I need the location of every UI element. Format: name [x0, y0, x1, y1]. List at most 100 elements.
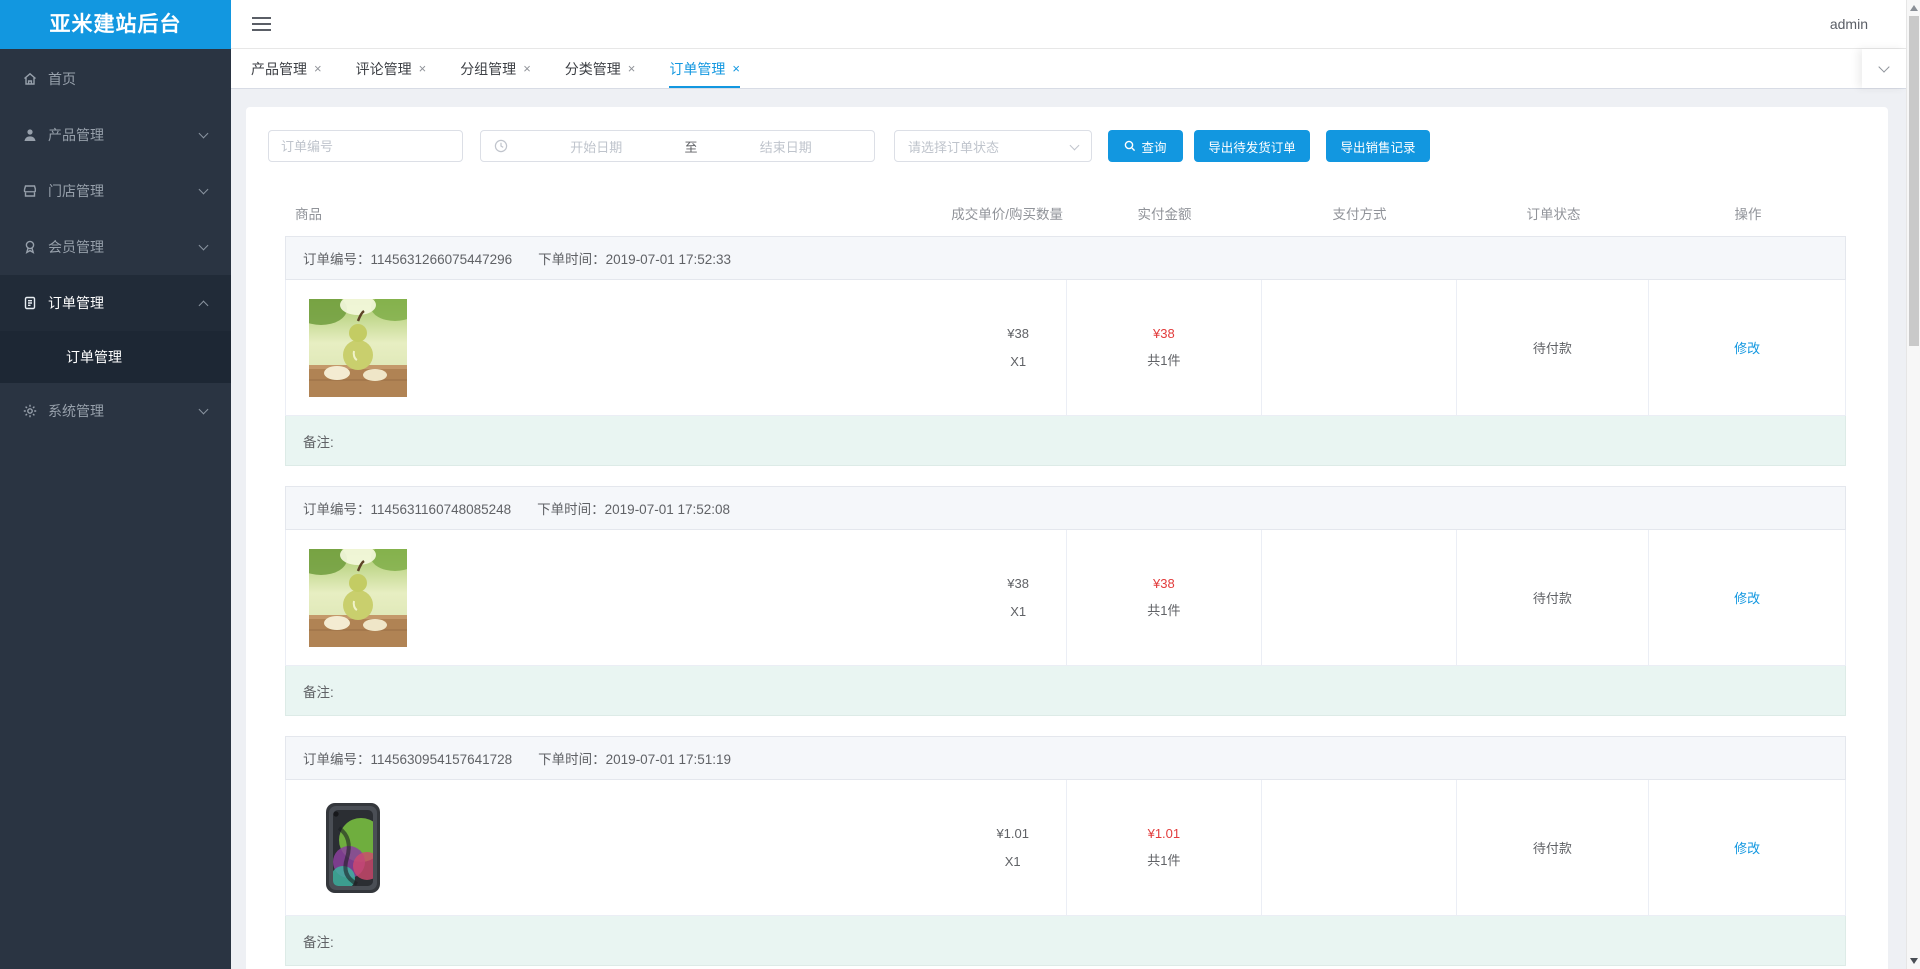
close-icon[interactable]: × [732, 61, 740, 76]
sidebar-item-orders[interactable]: 订单管理 [0, 275, 231, 331]
order-remark-row: 备注: [285, 666, 1846, 716]
order-time: 下单时间：2019-07-01 17:51:19 [538, 752, 732, 767]
scroll-down-arrow-icon[interactable] [1910, 958, 1918, 964]
tab-orders[interactable]: 订单管理 × [669, 49, 740, 88]
tab-comments[interactable]: 评论管理 × [356, 49, 427, 88]
order-time: 下单时间：2019-07-01 17:52:08 [537, 502, 731, 517]
tab-groups[interactable]: 分组管理 × [460, 49, 531, 88]
edit-order-link[interactable]: 修改 [1734, 838, 1760, 857]
sidebar-item-label: 会员管理 [48, 239, 104, 255]
action-cell: 修改 [1649, 280, 1845, 415]
sidebar-subitem-orders[interactable]: 订单管理 [0, 331, 231, 383]
payment-method-cell [1262, 530, 1457, 665]
sidebar-item-system[interactable]: 系统管理 [0, 383, 231, 439]
user-menu[interactable]: admin [1830, 0, 1868, 49]
sidebar-item-stores[interactable]: 门店管理 [0, 163, 231, 219]
order-number-input[interactable] [268, 130, 463, 162]
unit-price-quantity: ¥1.01 X1 [996, 826, 1029, 869]
payment-method-cell [1262, 280, 1457, 415]
order-status-cell: 待付款 [1457, 530, 1650, 665]
order-header-row: 订单编号：1145631160748085248 下单时间：2019-07-01… [285, 486, 1846, 530]
sidebar-item-label: 门店管理 [48, 183, 104, 199]
orders-table: 商品 成交单价/购买数量 实付金额 支付方式 订单状态 操作 订单编号：1145… [285, 190, 1846, 966]
order-status-select[interactable]: 请选择订单状态 [894, 130, 1092, 162]
order-product-row: ¥38 X1 ¥38 共1件 待付款 修改 [285, 280, 1846, 416]
order-block: 订单编号：1145631266075447296 下单时间：2019-07-01… [285, 236, 1846, 466]
hamburger-menu-icon[interactable] [252, 17, 271, 32]
chevron-up-icon [198, 300, 209, 311]
status-badge: 待付款 [1532, 591, 1572, 606]
close-icon[interactable]: × [523, 61, 531, 76]
unit-price-quantity: ¥38 X1 [1007, 576, 1029, 619]
tab-categories[interactable]: 分类管理 × [565, 49, 636, 88]
date-range-input[interactable]: 开始日期 至 结束日期 [480, 130, 875, 162]
sidebar: 亚米建站后台 首页 产品管理 门店管理 会员管理 订单管理 订单管理 系统管理 [0, 0, 231, 969]
close-icon[interactable]: × [419, 61, 427, 76]
chevron-down-icon [198, 184, 209, 195]
chevron-down-icon [198, 128, 209, 139]
product-image-pear [309, 548, 407, 647]
app-logo: 亚米建站后台 [0, 0, 231, 49]
order-header-row: 订单编号：1145630954157641728 下单时间：2019-07-01… [285, 736, 1846, 780]
paid-amount-cell: ¥38 共1件 [1067, 280, 1262, 415]
orders-panel: 开始日期 至 结束日期 请选择订单状态 查询 导出待发货订单 导出销售记录 商品… [246, 107, 1888, 969]
order-product-row: ¥1.01 X1 ¥1.01 共1件 待付款 修改 [285, 780, 1846, 916]
sidebar-item-members[interactable]: 会员管理 [0, 219, 231, 275]
sidebar-item-home[interactable]: 首页 [0, 51, 231, 107]
search-button[interactable]: 查询 [1108, 130, 1183, 162]
scroll-up-arrow-icon[interactable] [1910, 5, 1918, 11]
product-image-pear [309, 298, 407, 397]
paid-amount-cell: ¥1.01 共1件 [1067, 780, 1262, 915]
filter-row: 开始日期 至 结束日期 请选择订单状态 查询 导出待发货订单 导出销售记录 [246, 107, 1888, 162]
order-remark-row: 备注: [285, 416, 1846, 466]
sidebar-group-orders: 订单管理 订单管理 [0, 275, 231, 383]
table-header-row: 商品 成交单价/购买数量 实付金额 支付方式 订单状态 操作 [285, 190, 1846, 236]
close-icon[interactable]: × [628, 61, 636, 76]
status-badge: 待付款 [1532, 841, 1572, 856]
search-icon [1124, 140, 1136, 152]
sidebar-item-label: 系统管理 [48, 403, 104, 419]
tab-label: 分类管理 [564, 60, 621, 77]
export-pending-orders-button[interactable]: 导出待发货订单 [1194, 130, 1310, 162]
paid-amount: ¥38 [1153, 576, 1175, 591]
tab-overflow-button[interactable] [1862, 49, 1906, 88]
paid-amount: ¥1.01 [1147, 826, 1181, 841]
chevron-down-icon [198, 404, 209, 415]
header-order-status: 订单状态 [1526, 207, 1581, 222]
start-date-placeholder[interactable]: 开始日期 [508, 137, 685, 156]
tab-products[interactable]: 产品管理 × [251, 49, 322, 88]
tab-label: 订单管理 [669, 60, 726, 77]
user-icon [22, 127, 38, 143]
paid-amount: ¥38 [1153, 326, 1175, 341]
export-sales-records-button[interactable]: 导出销售记录 [1326, 130, 1430, 162]
topbar: admin [231, 0, 1906, 49]
edit-order-link[interactable]: 修改 [1734, 338, 1760, 357]
paid-amount-cell: ¥38 共1件 [1067, 530, 1262, 665]
sidebar-item-label: 订单管理 [48, 295, 104, 311]
edit-order-link[interactable]: 修改 [1734, 588, 1760, 607]
store-icon [22, 183, 38, 199]
sidebar-item-label: 首页 [48, 71, 76, 87]
unit-price: ¥38 [1007, 576, 1029, 591]
order-block: 订单编号：1145630954157641728 下单时间：2019-07-01… [285, 736, 1846, 966]
order-remark-row: 备注: [285, 916, 1846, 966]
unit-price-quantity: ¥38 X1 [1007, 326, 1029, 369]
gear-icon [22, 403, 38, 419]
select-placeholder: 请选择订单状态 [908, 139, 1000, 155]
quantity: X1 [1010, 354, 1027, 369]
sidebar-item-label: 产品管理 [48, 127, 104, 143]
sidebar-item-products[interactable]: 产品管理 [0, 107, 231, 163]
header-action: 操作 [1734, 207, 1762, 222]
order-number: 订单编号：1145631266075447296 [303, 252, 513, 267]
vertical-scrollbar[interactable] [1906, 0, 1920, 969]
tab-label: 分组管理 [460, 60, 517, 77]
end-date-placeholder[interactable]: 结束日期 [698, 137, 875, 156]
payment-method-cell [1262, 780, 1457, 915]
order-header-row: 订单编号：1145631266075447296 下单时间：2019-07-01… [285, 236, 1846, 280]
scrollbar-thumb[interactable] [1909, 16, 1919, 346]
order-status-cell: 待付款 [1457, 280, 1650, 415]
order-status-cell: 待付款 [1457, 780, 1650, 915]
quantity: X1 [1010, 604, 1027, 619]
date-separator: 至 [684, 139, 698, 155]
close-icon[interactable]: × [314, 61, 322, 76]
